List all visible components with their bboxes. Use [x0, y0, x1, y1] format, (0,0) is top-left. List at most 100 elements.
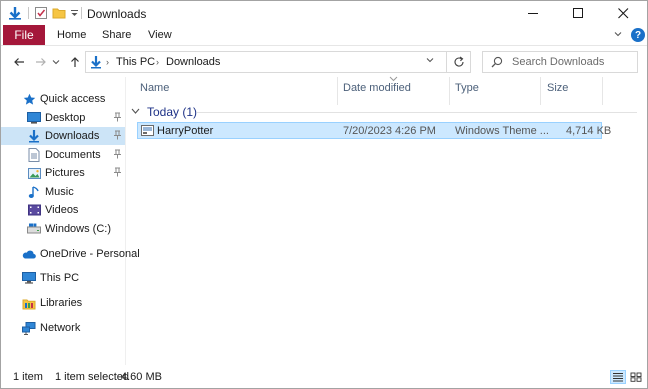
- explorer-window: Downloads File Home Share View ? › This …: [0, 0, 648, 389]
- sidebar-item-label: Documents: [45, 149, 101, 161]
- navigation-pane: Quick access Desktop Downloads Documents…: [1, 77, 140, 365]
- column-divider[interactable]: [337, 77, 338, 105]
- documents-icon: [27, 148, 41, 162]
- new-folder-icon[interactable]: [51, 5, 67, 21]
- videos-icon: [27, 203, 41, 217]
- column-header-size[interactable]: Size: [547, 79, 568, 97]
- collapse-group-icon[interactable]: [131, 107, 140, 117]
- minimize-button[interactable]: [511, 1, 556, 25]
- sidebar-item-label: Music: [45, 186, 74, 198]
- app-download-icon: [7, 5, 23, 21]
- file-size: 4,714 KB: [566, 125, 612, 137]
- status-bar: 1 item 1 item selected 4.60 MB: [1, 365, 647, 389]
- sidebar-item-music[interactable]: Music: [1, 183, 125, 201]
- customize-qa-icon[interactable]: [68, 5, 80, 21]
- desktop-icon: [27, 111, 41, 125]
- up-button[interactable]: [65, 52, 85, 72]
- tab-file[interactable]: File: [3, 25, 45, 45]
- details-view-button[interactable]: [610, 370, 626, 384]
- column-header-date-modified[interactable]: Date modified: [343, 79, 411, 97]
- search-input[interactable]: Search Downloads: [512, 56, 604, 68]
- file-type: Windows Theme ...: [455, 125, 549, 137]
- sidebar-item-label: Pictures: [45, 167, 85, 179]
- sidebar-item-label: This PC: [40, 272, 80, 284]
- breadcrumb-separator: ›: [156, 57, 159, 67]
- sidebar-item-windows-c[interactable]: Windows (C:): [1, 220, 125, 238]
- column-divider[interactable]: [540, 77, 541, 105]
- sidebar-item-quick-access[interactable]: Quick access: [1, 90, 125, 108]
- sidebar-item-label: Desktop: [45, 112, 86, 124]
- tab-home[interactable]: Home: [57, 25, 86, 45]
- sidebar-item-downloads[interactable]: Downloads: [1, 127, 125, 145]
- item-count: 1 item: [13, 371, 43, 383]
- sidebar-item-desktop[interactable]: Desktop: [1, 109, 125, 127]
- ribbon: File Home Share View ?: [1, 25, 647, 45]
- back-button[interactable]: [9, 52, 29, 72]
- network-icon: [22, 321, 36, 335]
- pin-icon[interactable]: [113, 112, 122, 125]
- selection-size: 4.60 MB: [121, 371, 162, 383]
- refresh-button[interactable]: [447, 51, 471, 73]
- sidebar-item-pictures[interactable]: Pictures: [1, 164, 125, 182]
- address-bar[interactable]: › This PC › Downloads: [85, 51, 447, 73]
- group-divider: [197, 112, 637, 113]
- recent-locations-icon[interactable]: [50, 52, 62, 72]
- theme-file-icon: [141, 124, 154, 140]
- column-header-name[interactable]: Name: [140, 79, 169, 97]
- selection-count: 1 item selected: [55, 371, 129, 383]
- computer-icon: [22, 271, 36, 285]
- pin-icon[interactable]: [113, 130, 122, 143]
- group-header-today[interactable]: Today (1): [131, 104, 197, 120]
- pin-icon[interactable]: [113, 149, 122, 162]
- sidebar-item-label: Quick access: [40, 93, 106, 105]
- group-label: Today (1): [147, 105, 198, 119]
- maximize-button[interactable]: [556, 1, 601, 25]
- libraries-icon: [22, 296, 36, 310]
- sidebar-item-label: Videos: [45, 204, 79, 216]
- properties-icon[interactable]: [33, 5, 49, 21]
- column-divider[interactable]: [602, 77, 603, 105]
- sidebar-item-label: Network: [40, 322, 81, 334]
- window-title: Downloads: [87, 7, 147, 21]
- tab-share[interactable]: Share: [102, 25, 131, 45]
- sidebar-item-label: OneDrive - Personal: [40, 248, 140, 260]
- cloud-icon: [22, 247, 36, 261]
- drive-icon: [27, 222, 41, 236]
- breadcrumb-this-pc[interactable]: This PC: [116, 56, 155, 68]
- title-bar: Downloads: [1, 1, 647, 25]
- search-icon: [491, 56, 503, 71]
- download-icon: [90, 55, 102, 72]
- large-icons-view-button[interactable]: [628, 370, 644, 384]
- file-name: HarryPotter: [157, 125, 214, 137]
- music-icon: [27, 185, 41, 199]
- star-icon: [22, 92, 36, 106]
- sidebar-item-onedrive[interactable]: OneDrive - Personal: [1, 245, 140, 263]
- help-icon[interactable]: ?: [631, 28, 645, 42]
- file-date: 7/20/2023 4:26 PM: [343, 125, 436, 137]
- sidebar-item-label: Libraries: [40, 297, 83, 309]
- column-header-type[interactable]: Type: [455, 79, 479, 97]
- sidebar-item-documents[interactable]: Documents: [1, 146, 125, 164]
- forward-button[interactable]: [31, 52, 51, 72]
- navigation-bar: › This PC › Downloads Search Downloads: [1, 45, 647, 77]
- qa-divider: [81, 7, 82, 19]
- breadcrumb-downloads[interactable]: Downloads: [166, 56, 220, 68]
- sidebar-item-network[interactable]: Network: [1, 319, 125, 337]
- pin-icon[interactable]: [113, 167, 122, 180]
- table-row[interactable]: HarryPotter 7/20/2023 4:26 PM Windows Th…: [137, 122, 611, 140]
- qa-divider: [28, 7, 29, 19]
- pictures-icon: [27, 166, 41, 180]
- sidebar-item-this-pc[interactable]: This PC: [1, 269, 125, 287]
- search-box[interactable]: Search Downloads: [482, 51, 638, 73]
- file-list: Name Date modified Type Size Today (1) H…: [127, 76, 647, 365]
- sidebar-item-videos[interactable]: Videos: [1, 201, 125, 219]
- close-button[interactable]: [601, 1, 646, 25]
- breadcrumb-separator: ›: [106, 57, 109, 67]
- tab-view[interactable]: View: [148, 25, 172, 45]
- address-dropdown-icon[interactable]: [426, 56, 434, 66]
- download-icon: [27, 129, 41, 143]
- sidebar-item-libraries[interactable]: Libraries: [1, 294, 125, 312]
- column-divider[interactable]: [449, 77, 450, 105]
- expand-ribbon-icon[interactable]: [613, 29, 623, 42]
- sidebar-item-label: Windows (C:): [45, 223, 112, 235]
